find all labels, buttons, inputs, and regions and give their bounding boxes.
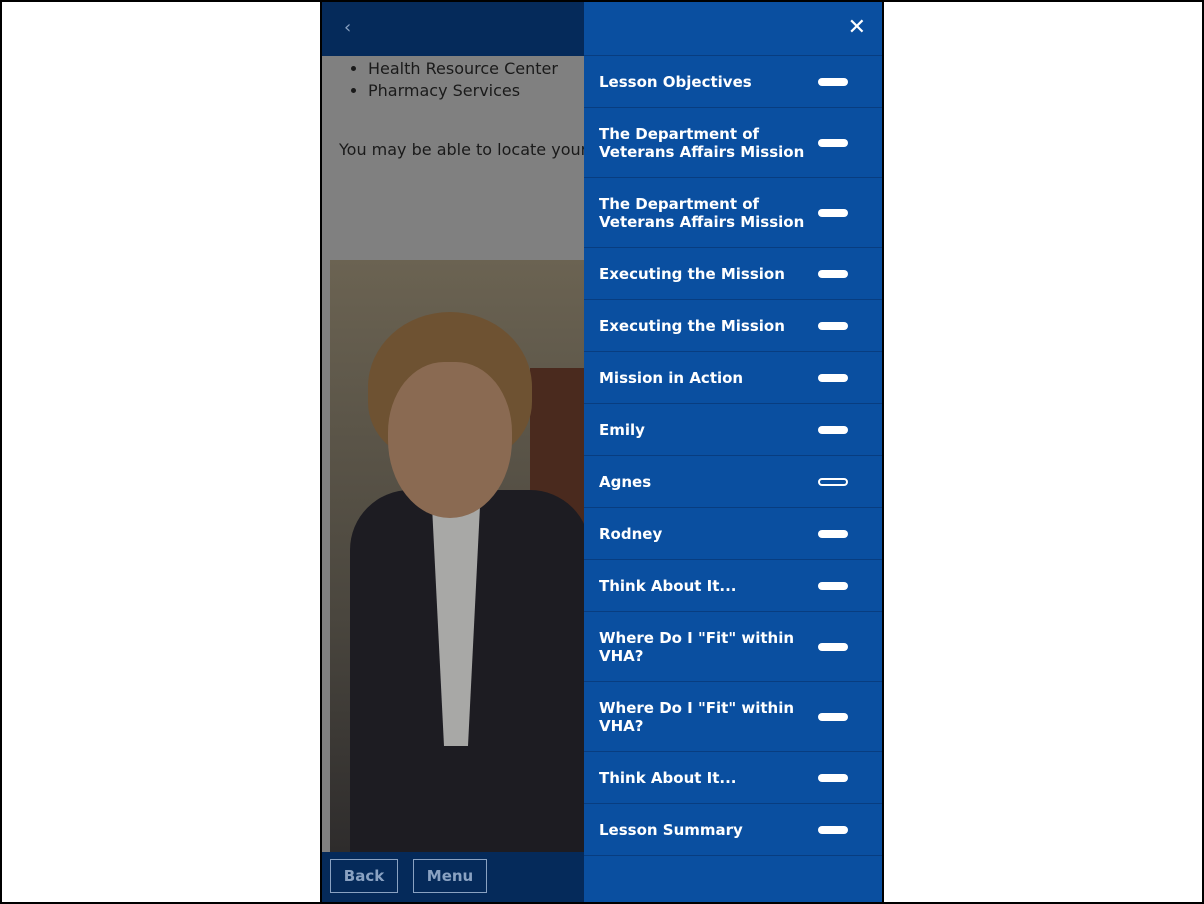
menu-button[interactable]: Menu: [413, 859, 487, 893]
close-icon[interactable]: ✕: [848, 16, 866, 40]
complete-status-icon: [818, 773, 848, 782]
complete-status-icon: [818, 529, 848, 538]
menu-item-label: Executing the Mission: [599, 316, 785, 335]
menu-item-label: The Department of Veterans Affairs Missi…: [599, 194, 805, 231]
lesson-app: ‹ Health Resource Center Pharmacy Servic…: [320, 2, 884, 902]
lesson-menu-panel: ✕ Lesson Objectives The Department of Ve…: [584, 2, 882, 902]
menu-item[interactable]: Lesson Objectives: [584, 56, 882, 108]
menu-item[interactable]: Where Do I "Fit" within VHA?: [584, 682, 882, 752]
back-button[interactable]: Back: [330, 859, 398, 893]
complete-status-icon: [818, 825, 848, 834]
menu-item[interactable]: Where Do I "Fit" within VHA?: [584, 612, 882, 682]
menu-item-label: Emily: [599, 420, 645, 439]
menu-item[interactable]: Think About It...: [584, 560, 882, 612]
menu-item[interactable]: The Department of Veterans Affairs Missi…: [584, 108, 882, 178]
complete-status-icon: [818, 425, 848, 434]
menu-item-label: Think About It...: [599, 768, 737, 787]
menu-item-label: Lesson Summary: [599, 820, 743, 839]
complete-status-icon: [818, 373, 848, 382]
menu-item[interactable]: Think About It...: [584, 752, 882, 804]
resource-list: Health Resource Center Pharmacy Services: [348, 58, 558, 102]
menu-item[interactable]: Mission in Action: [584, 352, 882, 404]
menu-item[interactable]: Lesson Summary: [584, 804, 882, 856]
complete-status-icon: [818, 77, 848, 86]
menu-item[interactable]: The Department of Veterans Affairs Missi…: [584, 178, 882, 248]
menu-item-label: Where Do I "Fit" within VHA?: [599, 628, 795, 665]
menu-item[interactable]: Agnes: [584, 456, 882, 508]
menu-item[interactable]: Executing the Mission: [584, 300, 882, 352]
menu-item[interactable]: Executing the Mission: [584, 248, 882, 300]
menu-item-label: Lesson Objectives: [599, 72, 752, 91]
menu-item-label: Where Do I "Fit" within VHA?: [599, 698, 795, 735]
complete-status-icon: [818, 712, 848, 721]
menu-item-label: Rodney: [599, 524, 663, 543]
menu-item-label: Agnes: [599, 472, 652, 491]
menu-header: ✕: [584, 2, 882, 56]
menu-item-label: Executing the Mission: [599, 264, 785, 283]
menu-item[interactable]: Emily: [584, 404, 882, 456]
complete-status-icon: [818, 208, 848, 217]
complete-status-icon: [818, 581, 848, 590]
menu-item-label: Mission in Action: [599, 368, 744, 387]
presenter-photo: [330, 260, 590, 852]
menu-list: Lesson Objectives The Department of Vete…: [584, 56, 882, 856]
menu-item[interactable]: Rodney: [584, 508, 882, 560]
menu-item-label: The Department of Veterans Affairs Missi…: [599, 124, 805, 161]
complete-status-icon: [818, 321, 848, 330]
list-item: Pharmacy Services: [368, 80, 558, 102]
menu-item-label: Think About It...: [599, 576, 737, 595]
incomplete-status-icon: [818, 477, 848, 486]
complete-status-icon: [818, 269, 848, 278]
list-item: Health Resource Center: [368, 58, 558, 80]
complete-status-icon: [818, 642, 848, 651]
chevron-left-icon[interactable]: ‹: [344, 17, 351, 39]
complete-status-icon: [818, 138, 848, 147]
